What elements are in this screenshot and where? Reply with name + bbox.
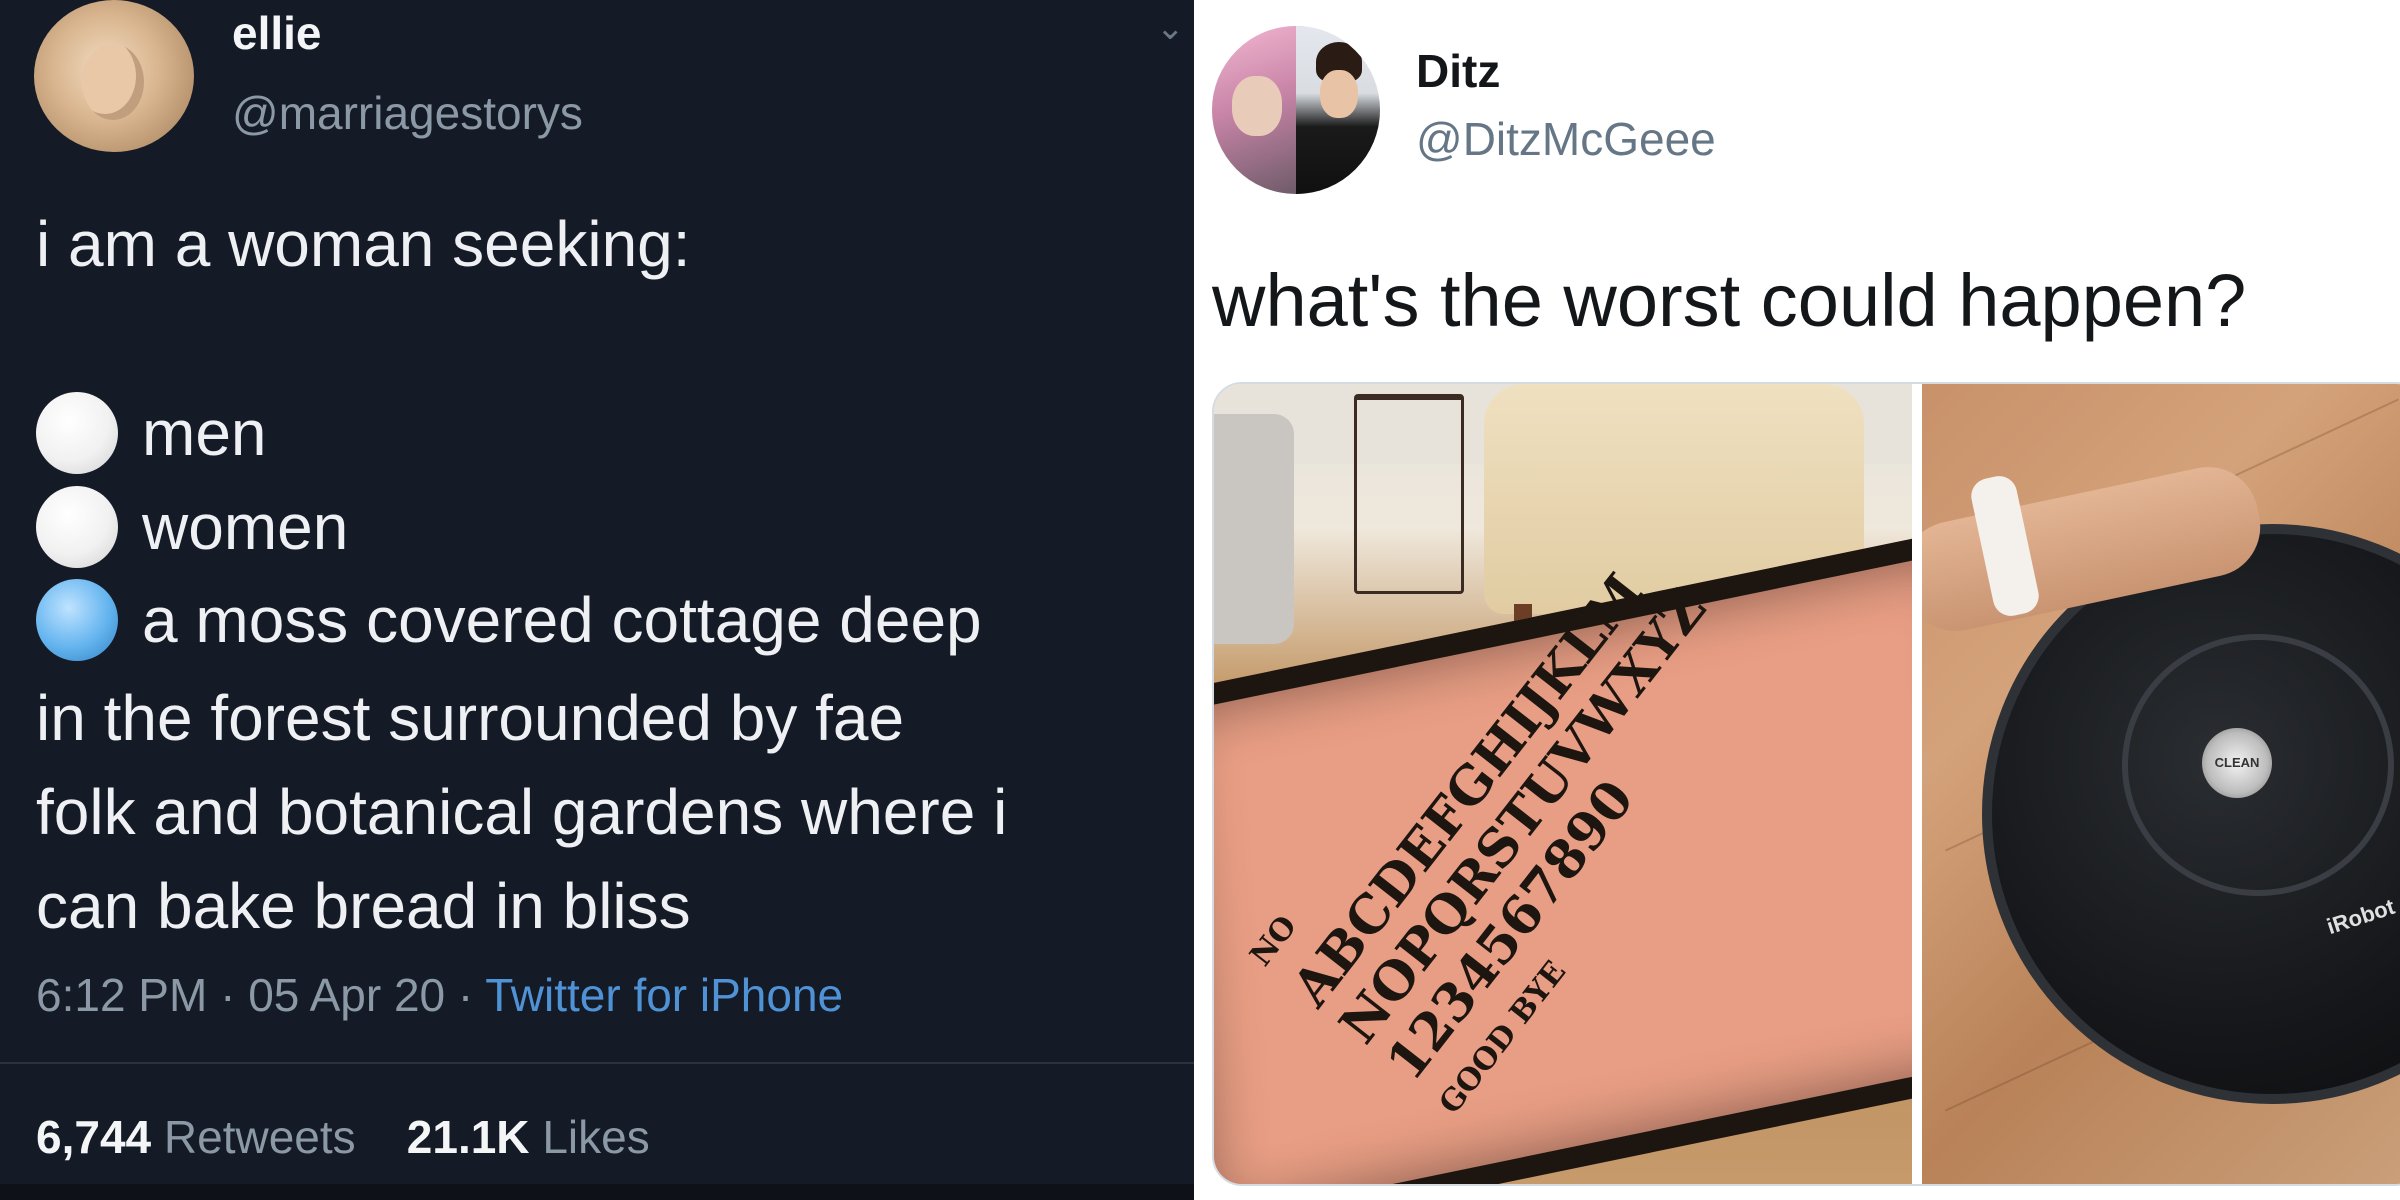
side-table (1354, 394, 1464, 594)
avatar-face (82, 44, 144, 120)
tweet-text-continued: folk and botanical gardens where i (36, 776, 1008, 848)
likes-label: Likes (542, 1111, 650, 1163)
tweet-stats: 6,744 Retweets 21.1K Likes (36, 1110, 650, 1164)
poll-option-selected[interactable]: a moss covered cottage deep (36, 578, 982, 662)
divider (0, 1062, 1194, 1064)
ouija-rug-photo[interactable]: NO ABCDEFGHIJKLM NOPQRSTUVWXYZ 123456789… (1214, 384, 1912, 1184)
poll-option-label: men (142, 397, 267, 469)
avatar-face (1320, 70, 1358, 118)
tweet-time[interactable]: 6:12 PM (36, 969, 207, 1021)
avatar-face (1232, 76, 1282, 136)
radio-circle-icon[interactable] (36, 392, 118, 474)
poll-option[interactable]: men (36, 391, 267, 475)
likes-stat[interactable]: 21.1K Likes (407, 1111, 650, 1163)
tweet-media-grid: NO ABCDEFGHIJKLM NOPQRSTUVWXYZ 123456789… (1212, 382, 2400, 1186)
retweets-count: 6,744 (36, 1111, 152, 1163)
poll-option-label: women (142, 491, 349, 563)
retweets-stat[interactable]: 6,744 Retweets (36, 1111, 356, 1163)
radio-circle-selected-icon[interactable] (36, 579, 118, 661)
separator-dot: · (220, 969, 249, 1021)
tweet-text-continued: can bake bread in bliss (36, 870, 691, 942)
avatar[interactable] (1212, 26, 1380, 194)
tweet-source-link[interactable]: Twitter for iPhone (485, 969, 843, 1021)
clean-button: CLEAN (2202, 728, 2272, 798)
tweet-text: what's the worst could happen? (1212, 259, 2247, 342)
avatar[interactable] (34, 0, 194, 152)
retweets-label: Retweets (163, 1111, 356, 1163)
radio-circle-icon[interactable] (36, 486, 118, 568)
tweet-text: i am a woman seeking: (36, 208, 691, 280)
display-name[interactable]: ellie (232, 6, 322, 60)
tweet-text-continued: in the forest surrounded by fae (36, 682, 905, 754)
tweet-metadata: 6:12 PM · 05 Apr 20 · Twitter for iPhone (36, 968, 843, 1022)
separator-dot: · (457, 969, 486, 1021)
poll-option[interactable]: women (36, 485, 348, 569)
tweet-date[interactable]: 05 Apr 20 (248, 969, 445, 1021)
chevron-down-icon[interactable]: ⌄ (1156, 11, 1185, 45)
user-handle[interactable]: @marriagestorys (232, 86, 583, 140)
display-name[interactable]: Ditz (1416, 44, 1500, 98)
user-handle[interactable]: @DitzMcGeee (1416, 112, 1716, 166)
left-tweet-panel: ellie @marriagestorys ⌄ i am a woman see… (0, 0, 1194, 1200)
couch (1214, 414, 1294, 644)
likes-count: 21.1K (406, 1111, 530, 1163)
poll-option-label: a moss covered cottage deep (142, 584, 982, 656)
brand-logo: iRobot (2323, 893, 2398, 940)
roomba-photo[interactable]: CLEAN iRobot (1922, 384, 2400, 1184)
bottom-border (0, 1184, 1194, 1200)
